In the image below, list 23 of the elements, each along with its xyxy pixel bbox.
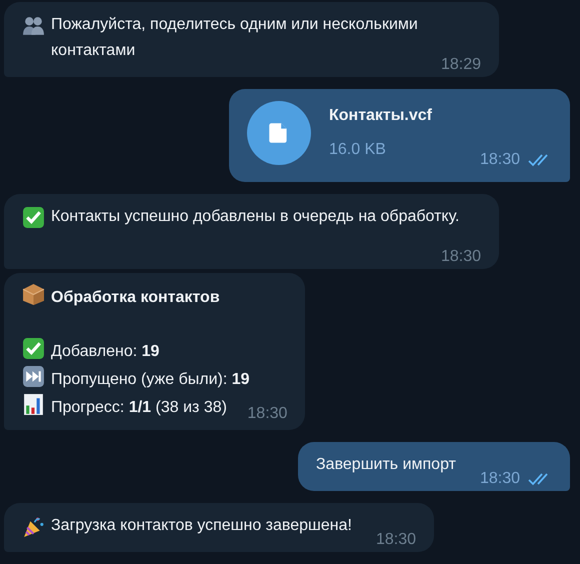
check-icon (22, 337, 45, 360)
message-time: 18:30 (480, 150, 520, 170)
stat-line: Пропущено (уже были): 19 (51, 371, 250, 388)
message-time: 18:29 (440, 55, 481, 75)
message-time: 18:30 (376, 530, 416, 550)
message-title: Обработка контактов (51, 289, 220, 306)
message-text: Контакты успешно добавлены в очередь на обработку. (51, 208, 460, 225)
stat-line: Прогресс: 1/1 (38 из 38) (51, 399, 227, 416)
message-text: Завершить импорт (316, 456, 456, 473)
file-name[interactable]: Контакты.vcf (328, 103, 432, 129)
message-time: 18:30 (480, 469, 520, 489)
bar-chart-icon (22, 393, 45, 416)
file-size: 16.0 KB (328, 140, 387, 160)
people-icon (22, 14, 45, 37)
message-text: Загрузка контактов успешно завершена! (51, 517, 352, 534)
check-icon (22, 206, 45, 229)
party-popper-icon (22, 515, 45, 538)
message-time: 18:30 (440, 247, 481, 267)
stat-line: Добавлено: 19 (51, 343, 160, 360)
fast-forward-icon (22, 365, 45, 388)
message-time: 18:30 (247, 405, 288, 422)
box-icon (22, 283, 45, 306)
message-text: Пожалуйста, поделитесь одним или несколькими контактами (51, 16, 418, 59)
